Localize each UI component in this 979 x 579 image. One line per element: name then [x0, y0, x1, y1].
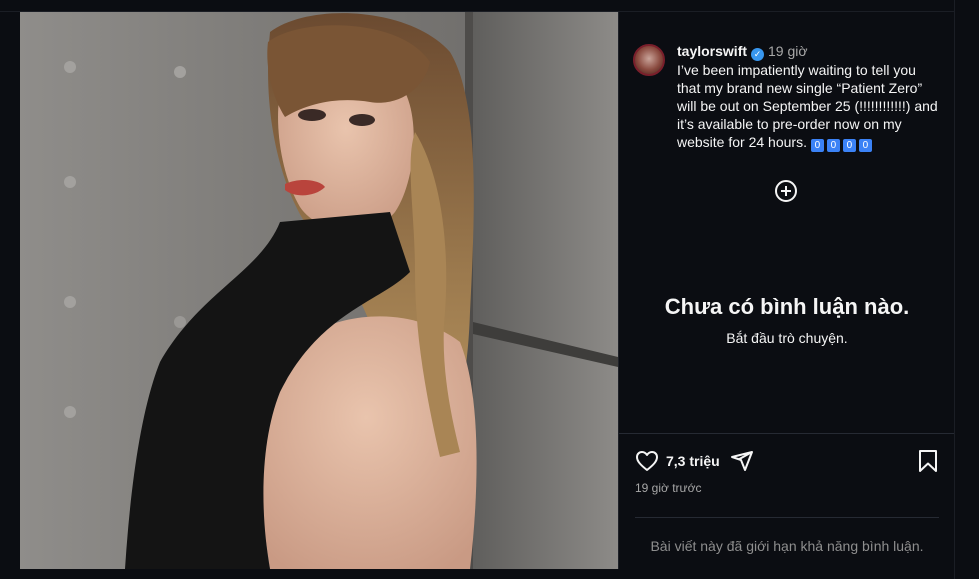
- emoji-icon: 0: [810, 139, 824, 152]
- caption-body: taylorswift ✓ 19 giờ I’ve been impatiently…: [677, 42, 943, 152]
- actions-divider: [619, 433, 955, 434]
- post-photo[interactable]: [20, 12, 618, 569]
- caption-text: I’ve been impatiently waiting to tell yo…: [677, 62, 938, 150]
- emoji-icon: 0: [826, 139, 840, 152]
- avatar[interactable]: [633, 44, 665, 76]
- comment-divider: [635, 517, 939, 518]
- bookmark-icon[interactable]: [917, 449, 939, 473]
- right-margin: [954, 0, 979, 579]
- post-time-ago[interactable]: 19 giờ: [768, 43, 808, 59]
- action-bar: 7,3 triệu: [635, 448, 945, 474]
- share-icon[interactable]: [730, 449, 754, 473]
- emoji-icon: 0: [858, 139, 872, 152]
- comments-limited-notice: Bài viết này đã giới hạn khả năng bình l…: [650, 538, 924, 554]
- post-image: [20, 12, 618, 569]
- verified-icon: ✓: [751, 48, 765, 61]
- add-comment-icon[interactable]: [775, 180, 797, 202]
- no-comments-title: Chưa có bình luận nào.: [664, 294, 910, 319]
- heart-icon[interactable]: [635, 449, 659, 473]
- no-comments-subtitle: Bắt đầu trò chuyện.: [726, 330, 848, 346]
- post-timestamp[interactable]: 19 giờ trước: [635, 481, 701, 495]
- like-count[interactable]: 7,3 triệu: [666, 453, 720, 469]
- username-link[interactable]: taylorswift: [677, 43, 747, 59]
- post-details-panel: taylorswift ✓ 19 giờ I’ve been impatiently…: [618, 12, 955, 569]
- emoji-icon: 0: [842, 139, 856, 152]
